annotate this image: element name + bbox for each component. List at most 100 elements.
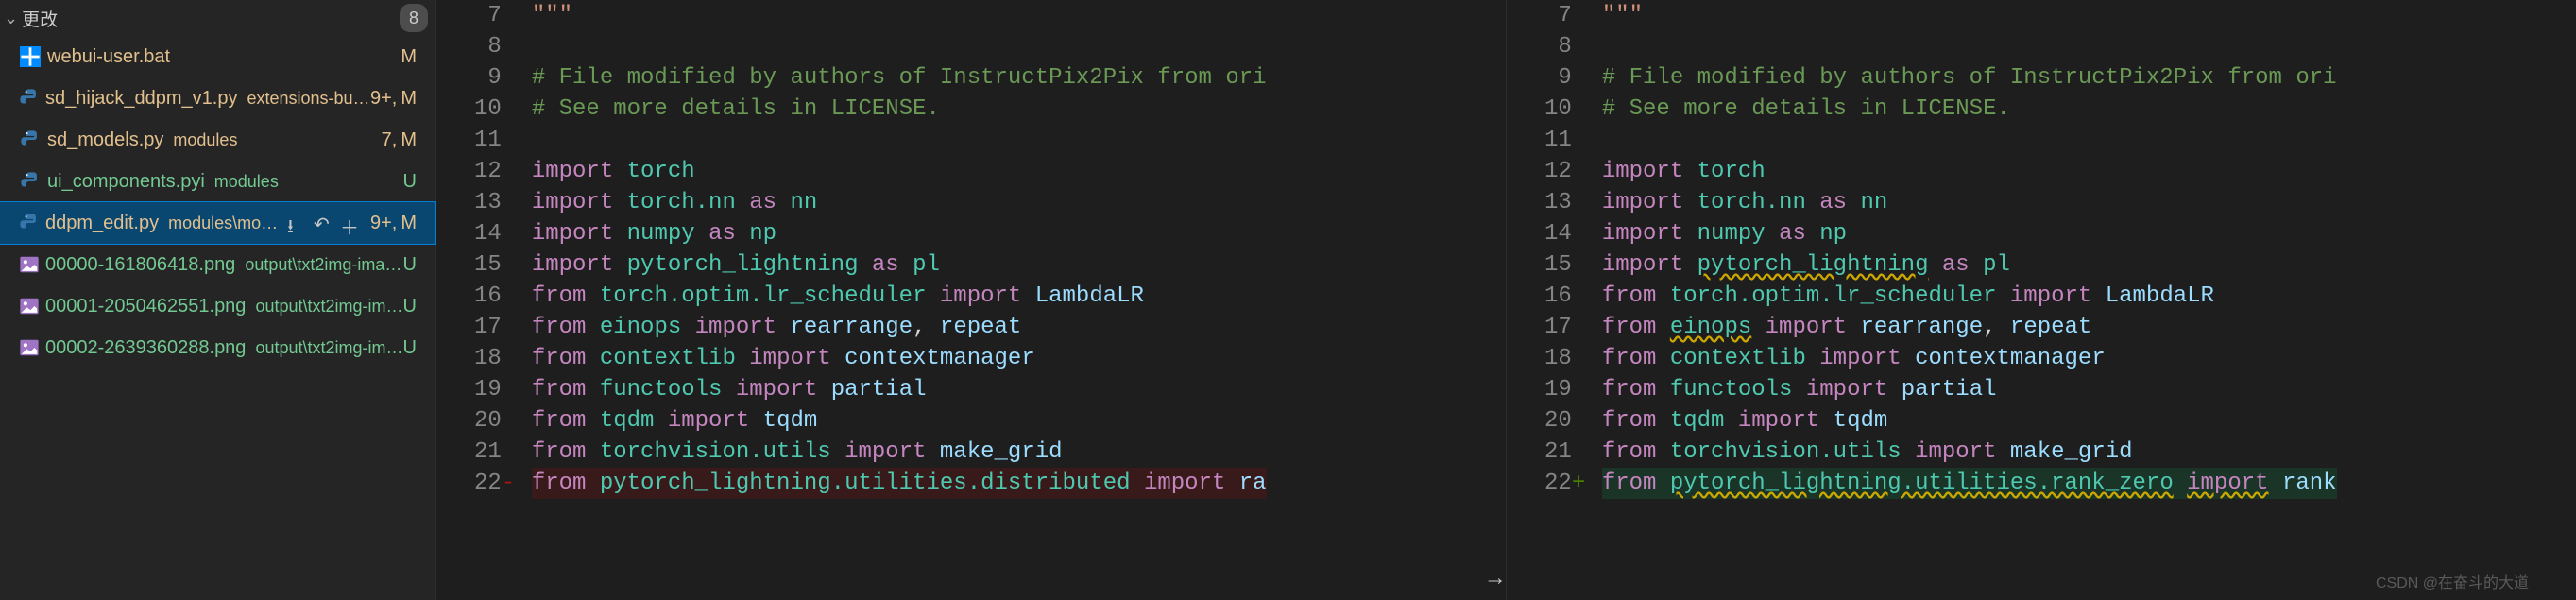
file-item-actions: ⭳ ↶ ＋: [287, 213, 361, 233]
section-title: 更改: [22, 6, 58, 31]
code-right[interactable]: """ # File modified by authors of Instru…: [1602, 0, 2337, 499]
reveal-change-arrow-icon[interactable]: →: [1489, 567, 1502, 592]
code-line[interactable]: from functools import partial: [532, 374, 1267, 405]
open-file-icon[interactable]: ⭳: [287, 213, 308, 233]
changes-section-header[interactable]: ⌄ 更改 8: [0, 0, 435, 36]
file-item[interactable]: sd_models.py modules 7, M: [0, 119, 435, 161]
changes-count-badge: 8: [400, 4, 428, 32]
changed-files-list: webui-user.bat Msd_hijack_ddpm_v1.py exten…: [0, 36, 435, 369]
scm-status-letter: U: [403, 254, 417, 276]
code-line[interactable]: # See more details in LICENSE.: [1602, 94, 2337, 125]
code-line[interactable]: from tqdm import tqdm: [532, 405, 1267, 437]
stage-changes-icon[interactable]: ＋: [340, 213, 361, 233]
watermark-text: CSDN @在奋斗的大道: [2376, 570, 2529, 592]
file-type-icon: [19, 46, 42, 67]
scm-status-letter: M: [401, 46, 417, 68]
file-name: 00000-161806418.png: [45, 254, 235, 276]
scm-status-letter: U: [403, 296, 417, 317]
file-path: extensions-builtin\LDSR: [247, 89, 370, 109]
code-line[interactable]: # File modified by authors of InstructPi…: [1602, 62, 2337, 94]
code-line[interactable]: """: [532, 0, 1267, 31]
file-path: output\txt2img-images\2024-03-10: [245, 255, 402, 275]
file-name: webui-user.bat: [47, 46, 170, 68]
code-line[interactable]: [1602, 31, 2337, 62]
file-type-icon: [19, 171, 42, 192]
code-line[interactable]: import pytorch_lightning as pl: [532, 249, 1267, 281]
file-item[interactable]: sd_hijack_ddpm_v1.py extensions-builtin\L…: [0, 77, 435, 119]
code-line[interactable]: import torch.nn as nn: [532, 187, 1267, 218]
file-status: U: [403, 337, 417, 359]
file-item[interactable]: ddpm_edit.py modules\models\diffusion⭳ ↶ ＋ 9…: [0, 202, 435, 244]
file-name: sd_hijack_ddpm_v1.py: [45, 88, 237, 110]
file-type-icon: [19, 337, 40, 358]
file-name: 00001-2050462551.png: [45, 296, 246, 317]
code-line[interactable]: [1602, 125, 2337, 156]
file-type-icon: [19, 88, 40, 109]
scm-status-letter: M: [401, 129, 417, 151]
file-status: U: [403, 171, 417, 193]
file-status: U: [403, 254, 417, 276]
scm-status-letter: U: [403, 337, 417, 359]
file-item[interactable]: ui_components.pyi modules U: [0, 161, 435, 202]
code-line[interactable]: from tqdm import tqdm: [1602, 405, 2337, 437]
file-path: modules\models\diffusion: [168, 214, 287, 233]
code-line[interactable]: from torchvision.utils import make_grid: [1602, 437, 2337, 468]
file-item[interactable]: 00002-2639360288.png output\txt2img-image…: [0, 327, 435, 369]
code-line[interactable]: import torch: [1602, 156, 2337, 187]
file-status: M: [401, 46, 417, 68]
file-status: U: [403, 296, 417, 317]
diff-editor: 7 8 9 10 11 12 13 14 15 16 17 18 19 20 2…: [436, 0, 2576, 600]
file-type-icon: [19, 129, 42, 150]
code-line[interactable]: import torch.nn as nn: [1602, 187, 2337, 218]
code-line[interactable]: import torch: [532, 156, 1267, 187]
file-path: modules: [214, 172, 279, 192]
code-line[interactable]: import pytorch_lightning as pl: [1602, 249, 2337, 281]
file-type-icon: [19, 296, 40, 317]
code-line[interactable]: from contextlib import contextmanager: [532, 343, 1267, 374]
diff-pane-modified[interactable]: 7 8 9 10 11 12 13 14 15 16 17 18 19 20 2…: [1506, 0, 2576, 600]
file-path: modules: [173, 130, 237, 150]
file-status: 7, M: [382, 129, 417, 151]
chevron-down-icon: ⌄: [4, 9, 18, 28]
source-control-sidebar: ⌄ 更改 8 webui-user.bat Msd_hijack_ddpm_v1.…: [0, 0, 436, 600]
code-line[interactable]: from torch.optim.lr_scheduler import Lam…: [1602, 281, 2337, 312]
file-type-icon: [19, 254, 40, 275]
code-line[interactable]: [532, 31, 1267, 62]
code-line[interactable]: from torchvision.utils import make_grid: [532, 437, 1267, 468]
file-type-icon: [19, 213, 40, 233]
scm-status-letter: U: [403, 171, 417, 193]
code-line[interactable]: from einops import rearrange, repeat: [532, 312, 1267, 343]
file-name: 00002-2639360288.png: [45, 337, 246, 359]
file-name: ui_components.pyi: [47, 171, 205, 193]
diff-pane-original[interactable]: 7 8 9 10 11 12 13 14 15 16 17 18 19 20 2…: [436, 0, 1506, 600]
file-status: 9+, M: [370, 213, 417, 234]
file-item[interactable]: 00000-161806418.png output\txt2img-images…: [0, 244, 435, 285]
scm-status-letter: M: [401, 88, 417, 110]
line-gutter-right: 7 8 9 10 11 12 13 14 15 16 17 18 19 20 2…: [1507, 0, 1602, 499]
file-status: 9+, M: [370, 88, 417, 110]
code-line[interactable]: [532, 125, 1267, 156]
file-item[interactable]: webui-user.bat M: [0, 36, 435, 77]
code-line[interactable]: """: [1602, 0, 2337, 31]
code-line[interactable]: from einops import rearrange, repeat: [1602, 312, 2337, 343]
problem-count: 9+,: [370, 88, 397, 110]
discard-changes-icon[interactable]: ↶: [314, 213, 334, 233]
code-line[interactable]: import numpy as np: [532, 218, 1267, 249]
code-line[interactable]: from pytorch_lightning.utilities.rank_ze…: [1602, 468, 2337, 499]
file-name: sd_models.py: [47, 129, 163, 151]
code-line[interactable]: # File modified by authors of InstructPi…: [532, 62, 1267, 94]
file-path: output\txt2img-images\2024-03-10: [255, 297, 402, 317]
code-line[interactable]: import numpy as np: [1602, 218, 2337, 249]
code-line[interactable]: from pytorch_lightning.utilities.distrib…: [532, 468, 1267, 499]
file-path: output\txt2img-images\2024-03-10: [255, 338, 402, 358]
code-line[interactable]: from functools import partial: [1602, 374, 2337, 405]
scm-status-letter: M: [401, 213, 417, 234]
line-gutter-left: 7 8 9 10 11 12 13 14 15 16 17 18 19 20 2…: [436, 0, 532, 499]
code-line[interactable]: # See more details in LICENSE.: [532, 94, 1267, 125]
code-left[interactable]: """ # File modified by authors of Instru…: [532, 0, 1267, 499]
file-name: ddpm_edit.py: [45, 213, 159, 234]
code-line[interactable]: from contextlib import contextmanager: [1602, 343, 2337, 374]
code-line[interactable]: from torch.optim.lr_scheduler import Lam…: [532, 281, 1267, 312]
problem-count: 7,: [382, 129, 398, 151]
file-item[interactable]: 00001-2050462551.png output\txt2img-image…: [0, 285, 435, 327]
